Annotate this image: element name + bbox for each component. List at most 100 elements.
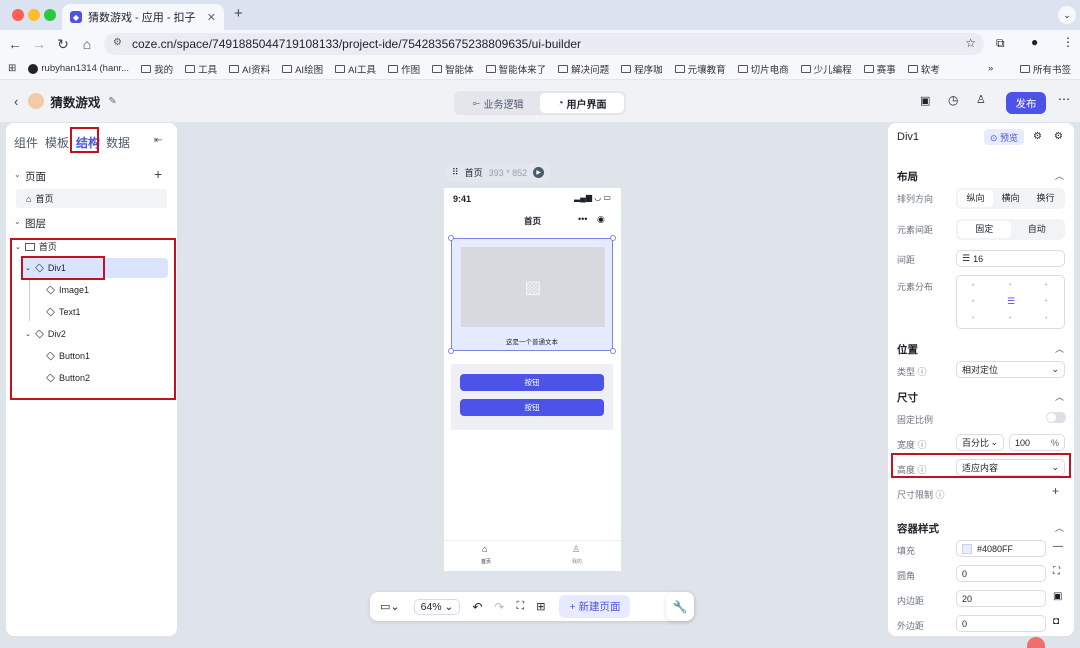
redo-icon[interactable]: ↷ [494,600,504,614]
chevron-up-icon[interactable]: ︿ [1055,169,1064,182]
bookmark-item[interactable]: 软考 [907,62,940,76]
all-bookmarks[interactable]: 所有书签 [1020,62,1071,76]
device-icon[interactable]: ▭⌄ [380,600,400,613]
minimize-window-icon[interactable] [28,9,40,21]
preview-button[interactable]: ⊙ 预览 [984,129,1025,145]
style-icon[interactable]: ⚙ [1033,131,1042,142]
collaborators-icon[interactable]: ♙ [976,93,986,106]
fit-screen-icon[interactable]: ⛶ [516,600,524,613]
button1[interactable]: 按钮 [460,374,604,391]
target-icon[interactable]: ◉ [597,214,605,225]
corner-icon[interactable]: ⛶ [1053,566,1060,577]
direction-vertical[interactable]: 纵向 [958,190,993,207]
page-item-home[interactable]: ⌂ 首页 [16,189,167,208]
bookmark-star-icon[interactable]: ☆ [965,36,976,50]
resize-handle[interactable] [610,235,616,241]
tab-search-icon[interactable]: ⌄ [1058,6,1076,24]
bookmark-item[interactable]: rubyhan1314 (hanr... [28,63,129,74]
spacing-fixed[interactable]: 固定 [958,221,1011,238]
publish-button[interactable]: 发布 [1006,92,1046,114]
browser-menu-icon[interactable]: ⋮ [1062,35,1074,49]
add-size-limit-icon[interactable]: + [1052,484,1059,498]
bookmark-item[interactable]: 我的 [141,62,173,76]
url-bar[interactable]: ⚙ coze.cn/space/7491885044719108133/proj… [104,33,984,55]
spacing-auto[interactable]: 自动 [1011,221,1064,238]
chevron-up-icon[interactable]: ︿ [1055,521,1064,534]
home-icon[interactable]: ⌂ [75,36,99,52]
edit-icon[interactable]: ✎ [108,96,116,107]
site-info-icon[interactable]: ⚙ [113,37,122,48]
distribution-grid[interactable]: • • • • ☰ • • • • [956,275,1065,329]
add-page-icon[interactable]: + [154,166,162,182]
undo-icon[interactable]: ↶ [472,600,482,614]
settings-wrench-icon[interactable]: 🔧 [666,592,694,621]
bookmark-item[interactable]: 元壤教育 [674,62,726,76]
bookmark-item[interactable]: 切片电商 [737,62,789,76]
div2-container[interactable]: 按钮 按钮 [451,364,613,430]
margin-sides-icon[interactable]: ◘ [1053,616,1059,627]
bookmark-item[interactable]: AI资料 [229,62,270,76]
chevron-down-icon[interactable]: ⌄ [14,170,21,179]
reload-icon[interactable]: ↻ [51,36,75,53]
padding-input[interactable]: 20 [956,590,1046,607]
text1[interactable]: 这是一个普通文本 [452,336,612,346]
button2[interactable]: 按钮 [460,399,604,416]
zoom-select[interactable]: 64% ⌄ [413,598,461,615]
save-icon[interactable]: ▣ [920,94,930,107]
ratio-toggle[interactable] [1046,412,1066,423]
new-tab-icon[interactable]: + [234,5,243,22]
back-icon[interactable]: ← [3,36,27,52]
new-page-button[interactable]: + 新建页面 [559,595,631,618]
history-icon[interactable]: ◷ [948,93,958,107]
resize-handle[interactable] [448,348,454,354]
tab-data[interactable]: 数据 [106,134,130,151]
bookmark-item[interactable]: AI工具 [335,62,376,76]
home-tab-icon[interactable]: ⌂ [482,544,487,554]
tab-user-interface[interactable]: ◔ 用户界面 [540,93,624,113]
chevron-up-icon[interactable]: ︿ [1055,390,1064,403]
position-type-select[interactable]: 相对定位 ⌄ [956,361,1065,378]
maximize-window-icon[interactable] [44,9,56,21]
fill-color-input[interactable]: #4080FF [956,540,1046,557]
image-placeholder-icon[interactable]: ▨ [461,247,605,327]
apps-grid-icon[interactable]: ⊞ [8,63,16,74]
bookmark-item[interactable]: 赛事 [863,62,896,76]
browser-tab[interactable]: ◆ 猜数游戏 - 应用 - 扣子 ✕ [62,4,224,30]
bookmark-item[interactable]: 工具 [185,62,217,76]
profile-icon[interactable]: ● [1031,35,1038,49]
resize-handle[interactable] [610,348,616,354]
color-swatch[interactable] [962,543,972,554]
direction-wrap[interactable]: 换行 [1028,190,1063,207]
drag-handle-icon[interactable]: ⠿ [452,167,459,178]
forward-icon[interactable]: → [27,36,51,52]
close-tab-icon[interactable]: ✕ [207,11,216,24]
gap-input[interactable]: ☰ 16 [956,250,1065,267]
chevron-up-icon[interactable]: ︿ [1055,342,1064,355]
bookmark-item[interactable]: 少儿编程 [800,62,852,76]
padding-sides-icon[interactable]: ▣ [1053,591,1062,602]
bookmark-item[interactable]: 作图 [388,62,420,76]
margin-input[interactable]: 0 [956,615,1046,632]
me-tab-icon[interactable]: ♙ [572,544,580,555]
more-dots-icon[interactable]: ••• [578,214,587,224]
resize-handle[interactable] [448,235,454,241]
bookmark-item[interactable]: AI绘图 [282,62,323,76]
div1-container[interactable]: ▨ 这是一个普通文本 [448,235,616,354]
bookmarks-more[interactable]: » [988,63,993,74]
bookmark-item[interactable]: 智能体 [432,62,474,76]
close-window-icon[interactable] [12,9,24,21]
bookmark-item[interactable]: 解决问题 [558,62,609,76]
direction-horizontal[interactable]: 横向 [993,190,1028,207]
back-icon[interactable]: ‹ [14,94,18,109]
tab-components[interactable]: 组件 [14,134,38,151]
play-icon[interactable]: ▶ [533,167,545,178]
tab-business-logic[interactable]: ⟜ 业务逻辑 [456,93,540,113]
more-icon[interactable]: ⋯ [1058,92,1070,106]
extensions-icon[interactable]: ⧉ [996,36,1005,51]
radius-input[interactable]: 0 [956,565,1046,582]
chevron-down-icon[interactable]: ⌄ [14,217,21,226]
tab-templates[interactable]: 模板 [45,134,69,151]
width-unit-select[interactable]: 百分比 ⌄ [956,434,1004,451]
bookmark-item[interactable]: 智能体来了 [485,62,546,76]
settings-icon[interactable]: ⚙ [1054,131,1063,142]
